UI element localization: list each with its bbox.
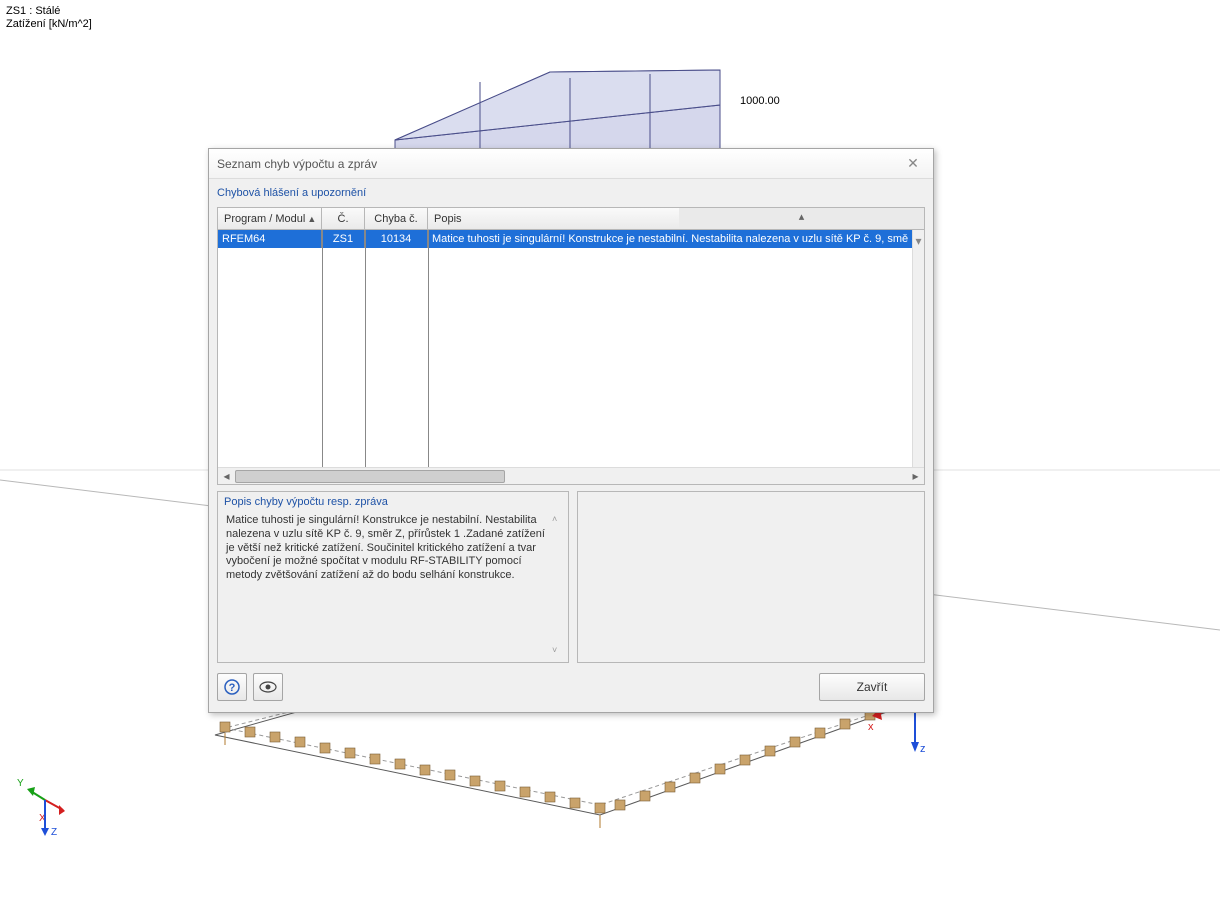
dialog-title: Seznam chyb výpočtu a zpráv [217, 157, 893, 171]
col-program[interactable]: Program / Modul ▲ [218, 208, 322, 229]
error-description-text: Matice tuhosti je singulární! Konstrukce… [222, 512, 564, 658]
svg-text:z: z [920, 743, 926, 755]
scroll-thumb[interactable] [235, 470, 505, 483]
cell-description: Matice tuhosti je singulární! Konstrukce… [428, 230, 912, 248]
horizontal-scrollbar[interactable]: ◂ ▸ [218, 467, 924, 484]
load-case-overlay: ZS1 : Stálé Zatížení [kN/m^2] [6, 5, 92, 31]
close-button[interactable]: Zavřít [819, 673, 925, 701]
preview-panel [577, 491, 925, 663]
scroll-up-icon[interactable]: ▴ [679, 208, 924, 229]
errors-section-label: Chybová hlášení a upozornění [217, 187, 925, 199]
col-description[interactable]: Popis [428, 208, 679, 229]
view-button[interactable] [253, 673, 283, 701]
close-icon[interactable]: ✕ [893, 149, 933, 178]
error-description-panel: Popis chyby výpočtu resp. zpráva Matice … [217, 491, 569, 663]
overlay-line1: ZS1 : Stálé [6, 5, 92, 18]
eye-icon [259, 681, 277, 693]
chevron-up-icon[interactable]: ˄ [552, 514, 562, 525]
col-error-number[interactable]: Chyba č. [365, 208, 428, 229]
error-list-dialog: Seznam chyb výpočtu a zpráv ✕ Chybová hl… [208, 148, 934, 713]
scroll-left-icon[interactable]: ◂ [218, 468, 235, 485]
cell-number: ZS1 [322, 230, 365, 248]
overlay-line2: Zatížení [kN/m^2] [6, 18, 92, 31]
help-button[interactable]: ? [217, 673, 247, 701]
sort-asc-icon: ▲ [307, 214, 316, 224]
chevron-down-icon[interactable]: ˅ [552, 645, 562, 656]
svg-text:x: x [868, 721, 874, 733]
errors-table: Program / Modul ▲ Č. Chyba č. Popis ▴ RF… [217, 207, 925, 485]
dialog-titlebar[interactable]: Seznam chyb výpočtu a zpráv ✕ [209, 149, 933, 179]
vertical-scrollbar[interactable]: ▾ [912, 230, 924, 467]
cell-error-number: 10134 [365, 230, 428, 248]
col-number[interactable]: Č. [322, 208, 365, 229]
help-icon: ? [224, 679, 240, 695]
supports [220, 694, 920, 828]
scroll-right-icon[interactable]: ▸ [907, 468, 924, 485]
load-annotation: 1000.00 [740, 95, 780, 107]
svg-text:?: ? [229, 682, 236, 694]
cell-program: RFEM64 [218, 230, 322, 248]
description-section-label: Popis chyby výpočtu resp. zpráva [218, 492, 568, 508]
